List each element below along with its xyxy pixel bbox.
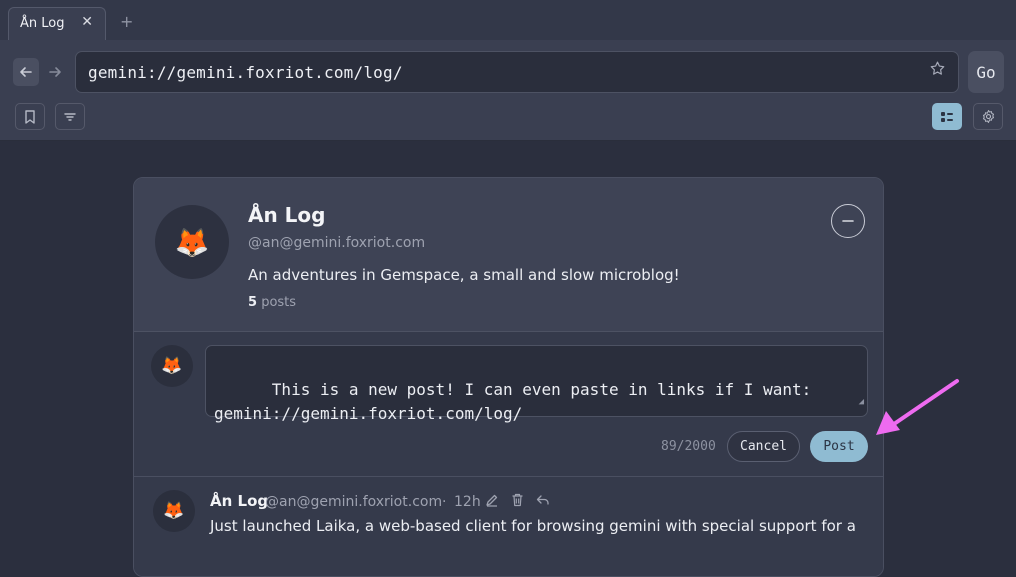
arrow-left-icon [20, 67, 32, 77]
resize-handle-icon[interactable]: ◢ [859, 390, 864, 414]
edit-icon[interactable] [485, 492, 499, 511]
feed-post: 🦊 Ån Log @an@gemini.foxriot.com · 12h Ju… [134, 477, 883, 576]
post-button[interactable]: Post [810, 431, 868, 462]
compose-box: 🦊 This is a new post! I can even paste i… [134, 332, 883, 477]
cancel-button[interactable]: Cancel [727, 431, 800, 462]
feed-view-button[interactable] [932, 103, 962, 130]
back-button[interactable] [13, 58, 39, 86]
go-button[interactable]: Go [968, 51, 1004, 93]
profile-name: Ån Log [248, 203, 326, 227]
avatar: 🦊 [151, 345, 193, 387]
url-input[interactable]: gemini://gemini.foxriot.com/log/ [88, 63, 403, 82]
bookmark-icon [25, 109, 35, 124]
post-handle: @an@gemini.foxriot.com [265, 494, 443, 510]
profile-handle: @an@gemini.foxriot.com [248, 235, 426, 251]
new-tab-button[interactable]: + [120, 12, 133, 31]
forward-button[interactable] [42, 58, 68, 86]
avatar: 🦊 [155, 205, 229, 279]
post-author[interactable]: Ån Log [210, 492, 268, 510]
filter-icon [64, 112, 76, 121]
close-icon[interactable]: ✕ [81, 14, 93, 30]
profile-description: An adventures in Gemspace, a small and s… [248, 266, 680, 284]
tab-an-log[interactable]: Ån Log ✕ [8, 7, 106, 40]
avatar: 🦊 [153, 490, 195, 532]
bookmark-button[interactable] [15, 103, 45, 130]
tab-bar: Ån Log ✕ + [0, 0, 1016, 40]
arrow-right-icon [49, 67, 61, 77]
collapse-button[interactable] [831, 204, 865, 238]
filter-button[interactable] [55, 103, 85, 130]
minus-icon [842, 220, 854, 222]
post-body: Just launched Laika, a web-based client … [210, 517, 856, 535]
annotation-arrow-icon [876, 379, 959, 435]
reply-icon[interactable] [536, 492, 550, 511]
post-time[interactable]: 12h [454, 494, 481, 510]
settings-button[interactable] [973, 103, 1003, 130]
profile-header: 🦊 Ån Log @an@gemini.foxriot.com An adven… [134, 178, 883, 332]
separator: · [442, 494, 447, 510]
tab-title: Ån Log [20, 16, 65, 31]
star-icon[interactable] [929, 60, 946, 82]
post-textarea[interactable]: This is a new post! I can even paste in … [205, 345, 868, 423]
char-counter: 89/2000 [661, 439, 716, 454]
gear-icon [982, 110, 994, 123]
browser-chrome: Ån Log ✕ + gemini://gemini.foxriot.com/l… [0, 0, 1016, 141]
list-icon [941, 111, 953, 122]
post-count-label: posts [261, 295, 297, 310]
post-count: 5 posts [248, 295, 296, 310]
post-textarea-text: This is a new post! I can even paste in … [214, 380, 812, 423]
capsule-card: 🦊 Ån Log @an@gemini.foxriot.com An adven… [133, 177, 884, 577]
trash-icon[interactable] [511, 492, 524, 511]
url-bar[interactable]: gemini://gemini.foxriot.com/log/ [75, 51, 959, 93]
post-count-value: 5 [248, 295, 258, 310]
